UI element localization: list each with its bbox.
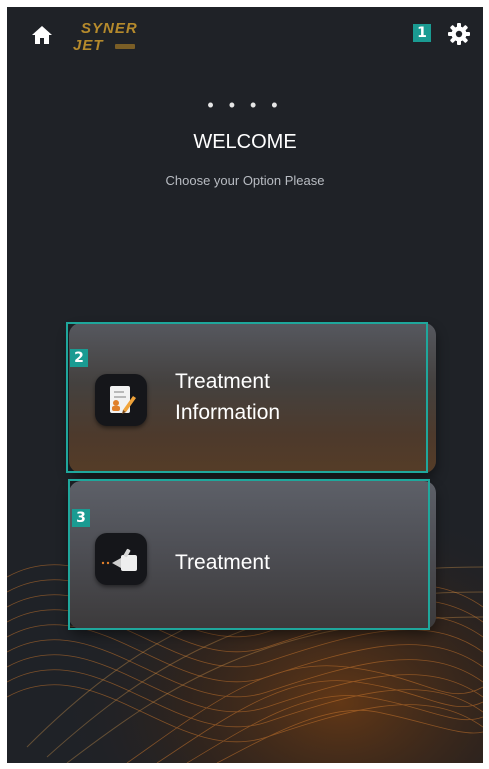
page-title: WELCOME xyxy=(193,131,297,153)
synerjet-logo: SYNER JET xyxy=(67,17,157,57)
treatment-information-label: Treatment Information xyxy=(175,366,280,428)
label-line2: Information xyxy=(175,401,281,424)
annotation-badge-1: 1 xyxy=(413,24,431,42)
page-indicator-dots: • • • • xyxy=(207,95,283,115)
label-line1: Treatment xyxy=(175,370,270,393)
handpiece-icon xyxy=(95,533,147,585)
app-screen: SYNER JET 1 • • • • WELCOME Choose your … xyxy=(7,7,483,763)
annotation-badge-2: 2 xyxy=(70,349,88,367)
page-subtitle: Choose your Option Please xyxy=(165,173,325,188)
annotation-badge-3: 3 xyxy=(72,509,90,527)
top-bar: SYNER JET 1 xyxy=(7,7,483,63)
logo-text-line1: SYNER xyxy=(81,20,138,37)
treatment-label: Treatment xyxy=(175,551,270,574)
logo-subtext-mark xyxy=(115,44,135,49)
home-icon[interactable] xyxy=(31,25,53,45)
treatment-button[interactable]: Treatment xyxy=(69,481,436,629)
treatment-information-button[interactable]: Treatment Information xyxy=(69,323,436,473)
logo-text-line2: JET xyxy=(73,37,104,54)
gear-icon[interactable] xyxy=(447,22,471,46)
treatment-info-icon xyxy=(95,374,147,426)
